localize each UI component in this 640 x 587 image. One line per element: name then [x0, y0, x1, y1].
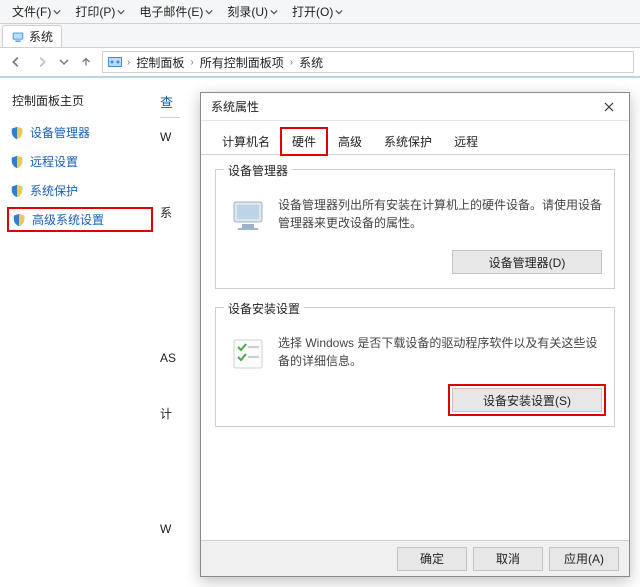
- dialog-titlebar: 系统属性: [201, 93, 629, 121]
- group-device-install: 设备安装设置 选择 Windows 是否下载设备的驱动程序软件以及有关这些设备的…: [215, 307, 615, 427]
- device-install-settings-button[interactable]: 设备安装设置(S): [452, 388, 602, 412]
- menu-bar: 文件(F) 打印(P) 电子邮件(E) 刻录(U) 打开(O): [0, 0, 640, 24]
- tab-label: 计算机名: [222, 135, 270, 149]
- address-bar: › 控制面板 › 所有控制面板项 › 系统: [0, 48, 640, 78]
- menu-open[interactable]: 打开(O): [286, 1, 349, 22]
- nav-history-button[interactable]: [58, 52, 70, 72]
- chevron-down-icon: [53, 8, 61, 16]
- group-text: 选择 Windows 是否下载设备的驱动程序软件以及有关这些设备的详细信息。: [278, 334, 602, 370]
- menu-file-label: 文件(F): [12, 3, 51, 20]
- button-label: 应用(A): [564, 550, 604, 567]
- button-label: 取消: [496, 550, 520, 567]
- tab-computer-name[interactable]: 计算机名: [211, 128, 281, 155]
- chevron-down-icon: [335, 8, 343, 16]
- breadcrumb-sep-icon: ›: [127, 57, 130, 68]
- control-panel-icon: [107, 54, 123, 70]
- computer-icon: [11, 30, 25, 44]
- menu-burn-label: 刻录(U): [227, 3, 268, 20]
- sidebar-home[interactable]: 控制面板主页: [10, 92, 150, 113]
- tab-remote[interactable]: 远程: [443, 128, 489, 155]
- window-tab-system[interactable]: 系统: [2, 25, 62, 47]
- shield-icon: [10, 155, 24, 169]
- apply-button[interactable]: 应用(A): [549, 547, 619, 571]
- button-label: 设备管理器(D): [489, 254, 566, 271]
- menu-burn[interactable]: 刻录(U): [221, 1, 284, 22]
- dialog-title: 系统属性: [211, 98, 259, 115]
- menu-print[interactable]: 打印(P): [69, 1, 131, 22]
- chevron-down-icon: [205, 8, 213, 16]
- arrow-up-icon: [79, 55, 93, 69]
- sidebar-item-advanced[interactable]: 高级系统设置: [10, 210, 150, 229]
- shield-icon: [10, 126, 24, 140]
- sidebar-item-label: 高级系统设置: [32, 211, 104, 228]
- sidebar-item-label: 远程设置: [30, 153, 78, 170]
- device-manager-button[interactable]: 设备管理器(D): [452, 250, 602, 274]
- group-text: 设备管理器列出所有安装在计算机上的硬件设备。请使用设备管理器来更改设备的属性。: [278, 196, 602, 232]
- device-manager-icon: [228, 196, 268, 236]
- tab-hardware[interactable]: 硬件: [281, 128, 327, 155]
- tab-label: 硬件: [292, 135, 316, 149]
- button-label: 确定: [420, 550, 444, 567]
- nav-up-button[interactable]: [76, 52, 96, 72]
- menu-email-label: 电子邮件(E): [139, 3, 203, 20]
- sidebar-item-label: 设备管理器: [30, 124, 90, 141]
- sidebar-item-remote[interactable]: 远程设置: [10, 152, 150, 171]
- nav-back-button[interactable]: [6, 52, 26, 72]
- shield-icon: [10, 184, 24, 198]
- system-properties-dialog: 系统属性 计算机名 硬件 高级 系统保护 远程 设备管理器: [200, 92, 630, 577]
- breadcrumb-sep-icon: ›: [190, 57, 193, 68]
- menu-email[interactable]: 电子邮件(E): [133, 1, 219, 22]
- sidebar: 控制面板主页 设备管理器 远程设置 系统保护 高级系统设置: [0, 78, 160, 587]
- ok-button[interactable]: 确定: [397, 547, 467, 571]
- menu-print-label: 打印(P): [75, 3, 115, 20]
- sidebar-item-protection[interactable]: 系统保护: [10, 181, 150, 200]
- sidebar-item-device-manager[interactable]: 设备管理器: [10, 123, 150, 142]
- menu-open-label: 打开(O): [292, 3, 333, 20]
- breadcrumb-leaf[interactable]: 系统: [297, 54, 325, 71]
- chevron-down-icon: [270, 8, 278, 16]
- group-device-manager: 设备管理器 设备管理器列出所有安装在计算机上的硬件设备。请使用设备管理器来更改设…: [215, 169, 615, 289]
- dialog-body: 设备管理器 设备管理器列出所有安装在计算机上的硬件设备。请使用设备管理器来更改设…: [201, 155, 629, 540]
- checklist-icon: [228, 334, 268, 374]
- chevron-down-icon: [59, 57, 69, 67]
- sidebar-item-label: 系统保护: [30, 182, 78, 199]
- group-legend: 设备管理器: [224, 162, 292, 179]
- breadcrumb-sep-icon: ›: [290, 57, 293, 68]
- window-tab-bar: 系统: [0, 24, 640, 48]
- tab-label: 高级: [338, 135, 362, 149]
- breadcrumb-root[interactable]: 控制面板: [134, 54, 186, 71]
- group-legend: 设备安装设置: [224, 300, 304, 317]
- close-icon: [604, 102, 614, 112]
- tab-label: 远程: [454, 135, 478, 149]
- arrow-left-icon: [9, 55, 23, 69]
- cancel-button[interactable]: 取消: [473, 547, 543, 571]
- dialog-close-button[interactable]: [595, 97, 623, 117]
- content-heading: 查: [160, 92, 180, 118]
- menu-file[interactable]: 文件(F): [6, 1, 67, 22]
- tab-label: 系统保护: [384, 135, 432, 149]
- window-tab-label: 系统: [29, 28, 53, 45]
- tab-advanced[interactable]: 高级: [327, 128, 373, 155]
- breadcrumb-mid[interactable]: 所有控制面板项: [198, 54, 286, 71]
- nav-forward-button[interactable]: [32, 52, 52, 72]
- shield-icon: [12, 213, 26, 227]
- button-label: 设备安装设置(S): [483, 392, 571, 409]
- dialog-footer: 确定 取消 应用(A): [201, 540, 629, 576]
- tab-protection[interactable]: 系统保护: [373, 128, 443, 155]
- arrow-right-icon: [35, 55, 49, 69]
- chevron-down-icon: [117, 8, 125, 16]
- dialog-tabs: 计算机名 硬件 高级 系统保护 远程: [201, 121, 629, 155]
- breadcrumb[interactable]: › 控制面板 › 所有控制面板项 › 系统: [102, 51, 634, 73]
